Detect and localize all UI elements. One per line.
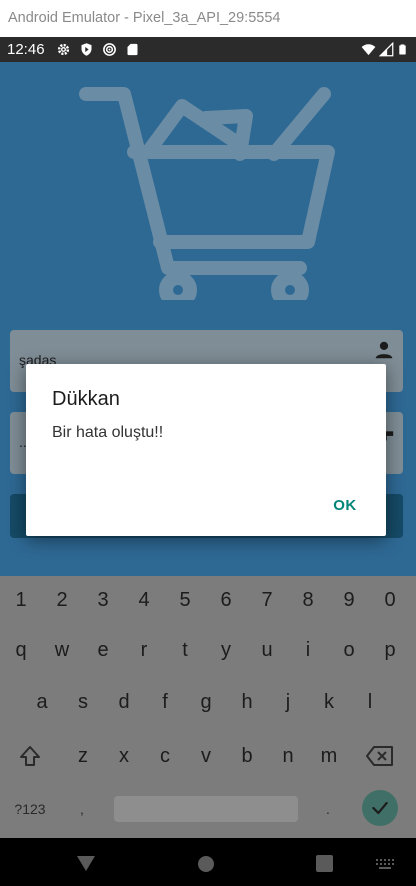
key-j[interactable]: j (268, 682, 308, 722)
key-f[interactable]: f (145, 682, 185, 722)
backspace-icon (366, 746, 393, 766)
space-key[interactable] (114, 796, 298, 822)
key-6[interactable]: 6 (206, 580, 246, 620)
soft-keyboard: 1234567890 qwertyuiop asdfghjkl zxcvbnm … (0, 576, 416, 838)
key-3[interactable]: 3 (83, 580, 123, 620)
key-x[interactable]: x (104, 736, 144, 776)
key-1[interactable]: 1 (1, 580, 41, 620)
key-b[interactable]: b (227, 736, 267, 776)
person-icon (375, 341, 393, 359)
keyboard-row-3: zxcvbnm (0, 736, 416, 776)
wifi-icon (361, 44, 376, 56)
dialog-message: Bir hata oluştu!! (52, 424, 164, 441)
key-r[interactable]: r (124, 630, 164, 670)
symbols-key[interactable]: ?123 (10, 789, 50, 829)
key-2[interactable]: 2 (42, 580, 82, 620)
emulator-title: Android Emulator - Pixel_3a_API_29:5554 (8, 10, 281, 26)
status-notification-icons (56, 42, 140, 57)
dialog-title: Dükkan (52, 388, 120, 410)
key-4[interactable]: 4 (124, 580, 164, 620)
key-q[interactable]: q (1, 630, 41, 670)
key-u[interactable]: u (247, 630, 287, 670)
keyboard-row-1: qwertyuiop (0, 630, 416, 670)
keyboard-number-row: 1234567890 (0, 580, 416, 620)
key-k[interactable]: k (309, 682, 349, 722)
shift-icon (20, 746, 40, 766)
key-a[interactable]: a (22, 682, 62, 722)
sd-card-icon (127, 43, 138, 56)
key-i[interactable]: i (288, 630, 328, 670)
battery-icon (399, 44, 406, 55)
status-bar: 12:46 (0, 37, 416, 62)
back-icon[interactable] (76, 854, 96, 872)
key-t[interactable]: t (165, 630, 205, 670)
key-z[interactable]: z (63, 736, 103, 776)
key-y[interactable]: y (206, 630, 246, 670)
key-m[interactable]: m (309, 736, 349, 776)
key-o[interactable]: o (329, 630, 369, 670)
dialog-ok-button[interactable]: OK (318, 488, 372, 522)
radar-icon (103, 43, 116, 56)
backspace-key[interactable] (360, 736, 400, 776)
key-5[interactable]: 5 (165, 580, 205, 620)
key-p[interactable]: p (370, 630, 410, 670)
key-9[interactable]: 9 (329, 580, 369, 620)
home-icon[interactable] (197, 855, 215, 873)
key-8[interactable]: 8 (288, 580, 328, 620)
cell-signal-icon (379, 42, 394, 57)
key-w[interactable]: w (42, 630, 82, 670)
emulator-title-bar: Android Emulator - Pixel_3a_API_29:5554 (0, 0, 416, 37)
enter-key[interactable] (362, 790, 398, 826)
key-d[interactable]: d (104, 682, 144, 722)
key-e[interactable]: e (83, 630, 123, 670)
period-key[interactable]: . (308, 789, 348, 829)
shift-key[interactable] (10, 736, 50, 776)
key-s[interactable]: s (63, 682, 103, 722)
key-g[interactable]: g (186, 682, 226, 722)
play-protect-icon (81, 43, 92, 56)
key-0[interactable]: 0 (370, 580, 410, 620)
status-system-icons (361, 42, 408, 57)
key-l[interactable]: l (350, 682, 390, 722)
key-c[interactable]: c (145, 736, 185, 776)
navigation-bar (0, 838, 416, 886)
key-7[interactable]: 7 (247, 580, 287, 620)
keyboard-switch-icon[interactable] (375, 858, 395, 870)
key-v[interactable]: v (186, 736, 226, 776)
shopping-cart-icon (79, 87, 335, 300)
key-n[interactable]: n (268, 736, 308, 776)
gear-icon (57, 43, 70, 56)
recents-icon[interactable] (316, 855, 333, 872)
keyboard-row-2: asdfghjkl (0, 682, 416, 722)
key-h[interactable]: h (227, 682, 267, 722)
status-time: 12:46 (7, 41, 45, 58)
error-dialog: Dükkan Bir hata oluştu!! OK (26, 364, 386, 536)
check-icon (372, 801, 388, 815)
comma-key[interactable]: , (62, 789, 102, 829)
